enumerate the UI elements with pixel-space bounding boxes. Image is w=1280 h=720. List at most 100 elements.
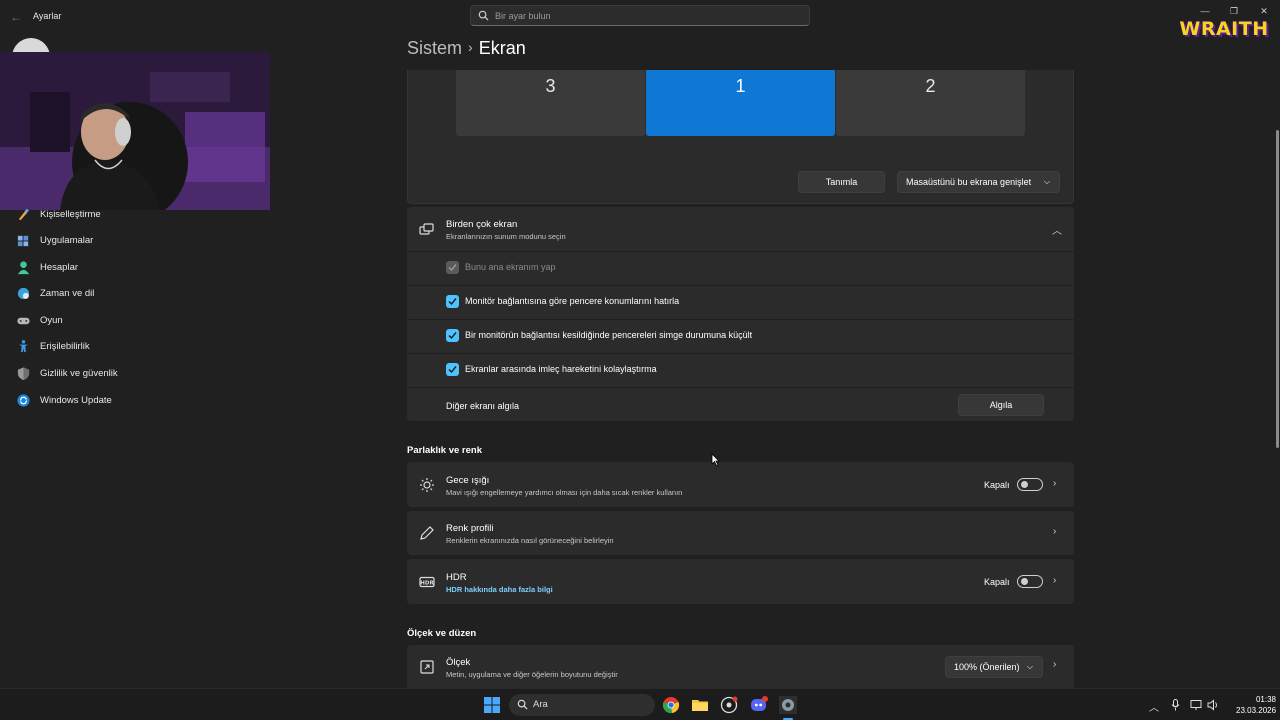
checkmark-icon [448, 332, 457, 340]
sidebar-item-privacy[interactable]: Gizlilik ve güvenlik [10, 361, 290, 387]
sidebar-item-label: Windows Update [40, 395, 112, 406]
detect-other-display-label: Diğer ekranı algıla [446, 401, 520, 411]
title-bar: ← Ayarlar — ❐ ✕ [0, 0, 1280, 34]
accessibility-icon [18, 340, 29, 353]
back-arrow-icon[interactable]: ← [8, 9, 24, 25]
chevron-down-icon: ⌵ [1026, 662, 1033, 671]
breadcrumb-parent[interactable]: Sistem [407, 38, 462, 58]
breadcrumb-separator: › [468, 39, 473, 55]
scale-title: Ölçek [446, 657, 471, 668]
chevron-right-icon[interactable]: › [1053, 575, 1056, 586]
chevron-up-icon[interactable]: ︿ [1149, 699, 1159, 714]
settings-gear-icon[interactable] [779, 696, 797, 714]
sidebar-item-personalization[interactable]: Kişiselleştirme [10, 202, 290, 228]
search-icon [478, 10, 489, 21]
search-icon [517, 699, 528, 710]
display-mode-dropdown[interactable]: Masaüstünü bu ekrana genişlet ⌵ [897, 171, 1060, 193]
scale-dropdown[interactable]: 100% (Önerilen) ⌵ [945, 656, 1043, 678]
display-arrangement-panel: 3 1 2 Tanımla Masaüstünü bu ekrana geniş… [407, 70, 1074, 204]
divider [407, 387, 1074, 388]
pen-icon [420, 526, 434, 540]
checkbox-row: Bunu ana ekranım yap [407, 251, 1074, 285]
clock[interactable]: 01:38 23.03.2026 [1236, 694, 1276, 716]
taskbar-search-label: Ara [533, 699, 548, 710]
color-profile-card[interactable]: Renk profili Renklerin ekranınızda nasıl… [407, 511, 1074, 555]
checkbox-row: Bir monitörün bağlantısı kesildiğinde pe… [407, 319, 1074, 353]
night-light-state: Kapalı [984, 480, 1010, 490]
chevron-up-icon[interactable]: ︿ [1052, 222, 1062, 237]
sidebar-item-label: Hesaplar [40, 262, 79, 273]
sidebar-item-label: Kişiselleştirme [40, 209, 101, 220]
maximize-icon[interactable]: ❐ [1227, 4, 1241, 18]
multiple-displays-header[interactable]: Birden çok ekran Ekranlarınızın sunum mo… [407, 207, 1074, 252]
volume-icon[interactable] [1207, 699, 1219, 711]
file-explorer-icon[interactable] [691, 696, 709, 714]
scrollbar-thumb[interactable] [1276, 130, 1279, 448]
settings-search-box[interactable] [470, 5, 810, 26]
sidebar-item-accessibility[interactable]: Erişilebilirlik [10, 334, 290, 360]
sidebar-item-gaming[interactable]: Oyun [10, 308, 290, 334]
hdr-card[interactable]: HDR HDR HDR hakkında daha fazla bilgi Ka… [407, 559, 1074, 604]
app-title: Ayarlar [33, 11, 62, 21]
night-light-title: Gece ışığı [446, 475, 490, 486]
webcam-image [0, 52, 270, 210]
minimize-windows-checkbox[interactable] [446, 329, 459, 342]
discord-icon[interactable] [750, 696, 768, 714]
checkbox-row: Monitör bağlantısına göre pencere konuml… [407, 285, 1074, 319]
ease-cursor-movement-checkbox[interactable] [446, 363, 459, 376]
network-icon[interactable] [1190, 699, 1202, 711]
color-profile-subtitle: Renklerin ekranınızda nasıl görüneceğini… [446, 536, 614, 545]
scale-card[interactable]: Ölçek Metin, uygulama ve diğer öğelerin … [407, 645, 1074, 688]
sidebar-item-apps[interactable]: Uygulamalar [10, 228, 290, 254]
identify-button[interactable]: Tanımla [798, 171, 885, 193]
sidebar-item-windows-update[interactable]: Windows Update [10, 388, 290, 414]
monitor-3[interactable]: 3 [456, 70, 645, 136]
taskbar-search[interactable]: Ara [509, 694, 655, 716]
chevron-right-icon[interactable]: › [1053, 659, 1056, 670]
multiple-displays-card: Birden çok ekran Ekranlarınızın sunum mo… [407, 207, 1074, 421]
detect-button[interactable]: Algıla [958, 394, 1044, 416]
breadcrumb: Sistem › Ekran [407, 38, 526, 64]
update-icon [17, 394, 30, 407]
page-title: Ekran [478, 38, 526, 58]
sidebar-item-label: Zaman ve dil [40, 288, 95, 299]
hdr-icon: HDR [419, 576, 435, 588]
hdr-learn-more-link[interactable]: HDR hakkında daha fazla bilgi [446, 585, 553, 594]
clock-time: 01:38 [1255, 695, 1276, 704]
minimize-icon[interactable]: — [1198, 4, 1212, 18]
chevron-right-icon[interactable]: › [1053, 526, 1056, 537]
globe-clock-icon [17, 287, 30, 300]
scale-layout-section-title: Ölçek ve düzen [407, 628, 477, 639]
brush-icon [18, 208, 29, 221]
night-light-card[interactable]: Gece ışığı Mavi ışığı engellemeye yardım… [407, 462, 1074, 507]
chevron-right-icon[interactable]: › [1053, 478, 1056, 489]
chrome-icon[interactable] [662, 696, 680, 714]
app-icon[interactable] [720, 696, 738, 714]
night-light-toggle[interactable] [1017, 478, 1043, 491]
sidebar-item-accounts[interactable]: Hesaplar [10, 255, 290, 281]
sidebar-item-label: Erişilebilirlik [40, 341, 90, 352]
sidebar-item-label: Gizlilik ve güvenlik [40, 368, 118, 379]
checkbox-label: Bir monitörün bağlantısı kesildiğinde pe… [465, 330, 753, 340]
search-input[interactable] [495, 6, 795, 25]
chevron-down-icon: ⌵ [1043, 177, 1050, 186]
multiple-displays-subtitle: Ekranlarınızın sunum modunu seçin [446, 232, 566, 241]
webcam-overlay [0, 52, 270, 210]
monitor-1[interactable]: 1 [646, 70, 835, 136]
primary-display-checkbox [446, 261, 459, 274]
sidebar-item-time-language[interactable]: Zaman ve dil [10, 281, 290, 307]
checkmark-icon [448, 264, 457, 272]
resize-icon [420, 660, 434, 674]
taskbar: Ara ︿ 01:38 23.03.2026 [0, 688, 1280, 720]
microphone-icon[interactable] [1171, 699, 1180, 711]
multi-monitor-icon [419, 223, 434, 235]
hdr-title: HDR [446, 572, 467, 583]
remember-window-positions-checkbox[interactable] [446, 295, 459, 308]
display-mode-value: Masaüstünü bu ekrana genişlet [906, 177, 1032, 187]
close-icon[interactable]: ✕ [1257, 4, 1271, 18]
windows-start-icon[interactable] [483, 696, 501, 714]
monitor-2[interactable]: 2 [836, 70, 1025, 136]
logo-text: WRAITH [1179, 18, 1269, 40]
hdr-toggle[interactable] [1017, 575, 1043, 588]
scale-subtitle: Metin, uygulama ve diğer öğelerin boyutu… [446, 670, 618, 679]
